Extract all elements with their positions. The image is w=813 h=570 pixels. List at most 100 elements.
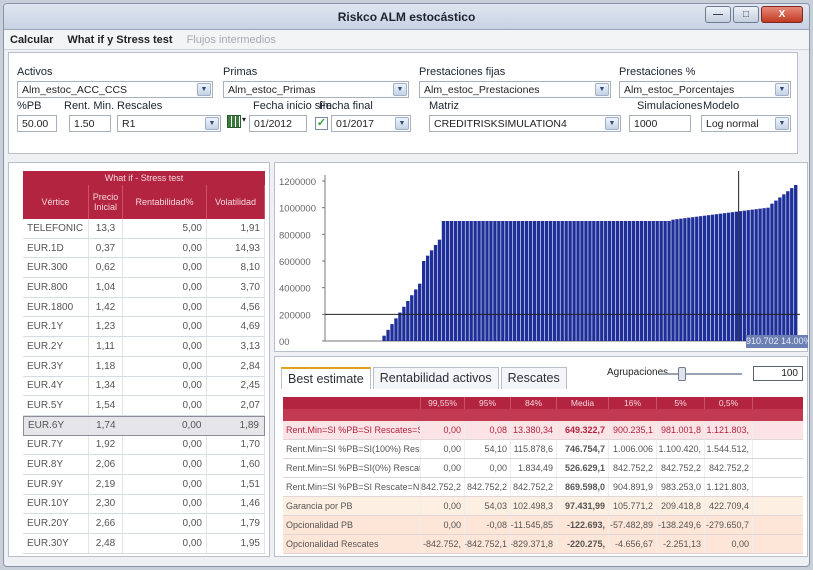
table-row[interactable]: EUR.10Y 2,30 0,00 1,46	[23, 494, 265, 515]
results-row[interactable]: Opcionalidad PB 0,00 -0,08 -11.545,85 -122.6…	[283, 516, 803, 535]
table-cell[interactable]: 1,95	[207, 534, 265, 553]
col-header-precio[interactable]: Precio Inicial	[89, 185, 123, 219]
table-cell[interactable]: 0,00	[123, 455, 207, 474]
prest-fijas-select[interactable]: Alm_estoc_Prestaciones ▼	[419, 81, 611, 98]
table-cell[interactable]: 5,00	[123, 219, 207, 238]
table-row[interactable]: EUR.1Y 1,23 0,00 4,69	[23, 317, 265, 338]
rescales-select[interactable]: R1 ▼	[117, 115, 221, 132]
table-cell[interactable]: 0,00	[123, 238, 207, 258]
table-cell: 1,54	[89, 396, 123, 415]
modelo-select[interactable]: Log normal ▼	[701, 115, 791, 132]
rent-min-input[interactable]: 1.50	[69, 115, 111, 132]
table-cell[interactable]: 0,00	[123, 534, 207, 553]
close-button[interactable]: X	[761, 6, 803, 23]
results-cell: 1.121.803,	[705, 478, 753, 496]
table-cell[interactable]: 0,00	[123, 258, 207, 278]
chart-bar	[611, 221, 616, 341]
table-cell[interactable]: 0,00	[123, 356, 207, 376]
prest-pct-select[interactable]: Alm_estoc_Porcentajes ▼	[619, 81, 791, 98]
table-cell[interactable]: 1,46	[207, 494, 265, 514]
results-row[interactable]: Rent.Min=SI %PB=SI(0%) Rescat 0,00 0,00 1.8…	[283, 459, 803, 478]
maximize-button[interactable]: □	[733, 6, 759, 23]
table-cell[interactable]: 1,60	[207, 455, 265, 474]
table-cell[interactable]: 0,00	[123, 297, 207, 317]
table-cell[interactable]: 0,00	[123, 474, 207, 494]
table-cell[interactable]: 0,00	[123, 514, 207, 533]
table-row[interactable]: EUR.300 0,62 0,00 8,10	[23, 258, 265, 279]
simulaciones-input[interactable]: 1000	[629, 115, 691, 132]
pb-input[interactable]: 50.00	[17, 115, 57, 132]
table-row[interactable]: EUR.5Y 1,54 0,00 2,07	[23, 396, 265, 416]
fecha-final-select[interactable]: 01/2017 ▼	[331, 115, 411, 132]
table-cell[interactable]: 0,00	[123, 278, 207, 297]
fecha-inicio-input[interactable]: 01/2012	[249, 115, 307, 132]
results-row[interactable]: Rent.Min=SI %PB=SI(100%) Resc 0,00 54,10 11…	[283, 440, 803, 459]
table-row[interactable]: EUR.1800 1,42 0,00 4,56	[23, 297, 265, 318]
table-row[interactable]: EUR.4Y 1,34 0,00 2,45	[23, 376, 265, 397]
table-cell[interactable]: 4,69	[207, 317, 265, 337]
y-tick-label: 00	[279, 337, 290, 348]
table-cell[interactable]: 3,13	[207, 337, 265, 356]
chevron-down-icon: ▼	[775, 117, 789, 130]
table-row[interactable]: EUR.30Y 2,48 0,00 1,95	[23, 534, 265, 554]
tab-rentabilidad-activos[interactable]: Rentabilidad activos	[372, 367, 499, 389]
table-cell[interactable]: 0,00	[123, 494, 207, 514]
table-row[interactable]: EUR.8Y 2,06 0,00 1,60	[23, 455, 265, 475]
grid-icon[interactable]	[227, 115, 241, 128]
table-cell: EUR.6Y	[24, 416, 90, 435]
table-row[interactable]: EUR.2Y 1,11 0,00 3,13	[23, 337, 265, 357]
activos-select[interactable]: Alm_estoc_ACC_CCS ▼	[17, 81, 213, 98]
results-row[interactable]: Rent.Min=SI %PB=SI Rescate=N 842.752,2 842…	[283, 478, 803, 497]
col-header-volatilidad[interactable]: Volatilidad	[207, 185, 265, 219]
tab-rescates[interactable]: Rescates	[500, 367, 567, 389]
tab-best-estimate[interactable]: Best estimate	[281, 367, 371, 389]
fecha-final-checkbox[interactable]: ✓	[315, 117, 328, 130]
col-header-rentabilidad[interactable]: Rentabilidad%	[123, 185, 207, 219]
table-cell[interactable]: 14,93	[207, 238, 265, 258]
table-cell[interactable]: 0,00	[123, 337, 207, 356]
menu-calcular[interactable]: Calcular	[10, 34, 53, 46]
distribution-chart[interactable]: 1200000 1000000 800000 600000 400000 200000 00	[275, 163, 807, 351]
table-row[interactable]: TELEFONIC 13,3 5,00 1,91	[23, 219, 265, 239]
results-cell: -0,08	[465, 516, 511, 534]
table-cell[interactable]: 0,00	[123, 317, 207, 337]
table-cell[interactable]: 2,45	[207, 376, 265, 396]
menu-whatif[interactable]: What if y Stress test	[67, 34, 172, 46]
table-cell[interactable]: 1,79	[207, 514, 265, 533]
table-row[interactable]: EUR.7Y 1,92 0,00 1,70	[23, 435, 265, 456]
table-row[interactable]: EUR.800 1,04 0,00 3,70	[23, 278, 265, 298]
dropdown-arrow-icon[interactable]: ▾	[242, 115, 246, 124]
table-cell[interactable]: 1,70	[207, 435, 265, 455]
table-cell[interactable]: 1,51	[207, 474, 265, 494]
agrupaciones-slider-track[interactable]	[660, 373, 742, 375]
primas-select[interactable]: Alm_estoc_Primas ▼	[223, 81, 409, 98]
table-cell[interactable]: 1,91	[207, 219, 265, 238]
table-cell[interactable]: 0,00	[123, 376, 207, 396]
results-row[interactable]: Garancia por PB 0,00 54,03 102.498,3 97.431,…	[283, 497, 803, 516]
results-row[interactable]: Opcionalidad Rescates -842.752, -842.752,1…	[283, 535, 803, 554]
table-row[interactable]: EUR.3Y 1,18 0,00 2,84	[23, 356, 265, 377]
table-cell[interactable]: 2,84	[207, 356, 265, 376]
table-cell[interactable]: 8,10	[207, 258, 265, 278]
chart-bar	[726, 212, 731, 341]
table-cell[interactable]: 0,00	[123, 435, 207, 455]
chart-bar	[671, 219, 675, 341]
table-cell[interactable]: 0,00	[123, 396, 207, 415]
agrupaciones-input[interactable]: 100	[753, 366, 803, 381]
table-cell[interactable]: 3,70	[207, 278, 265, 297]
table-cell[interactable]: 1,89	[206, 416, 264, 435]
minimize-button[interactable]: —	[705, 6, 731, 23]
table-row[interactable]: EUR.1D 0,37 0,00 14,93	[23, 238, 265, 259]
table-cell[interactable]: 0,00	[123, 416, 207, 435]
chart-bar	[576, 221, 580, 341]
table-cell[interactable]: 4,56	[207, 297, 265, 317]
agrupaciones-slider-thumb[interactable]	[678, 367, 686, 381]
chart-bar	[584, 221, 588, 341]
table-cell[interactable]: 2,07	[207, 396, 265, 415]
results-row[interactable]: Rent.Min=SI %PB=SI Rescates=S 0,00 0,08 13.…	[283, 421, 803, 440]
col-header-vertice[interactable]: Vértice	[23, 185, 89, 219]
table-row[interactable]: EUR.6Y 1,74 0,00 1,89	[23, 415, 265, 436]
table-row[interactable]: EUR.20Y 2,66 0,00 1,79	[23, 514, 265, 534]
table-row[interactable]: EUR.9Y 2,19 0,00 1,51	[23, 474, 265, 495]
matriz-select[interactable]: CREDITRISKSIMULATION4 ▼	[429, 115, 621, 132]
